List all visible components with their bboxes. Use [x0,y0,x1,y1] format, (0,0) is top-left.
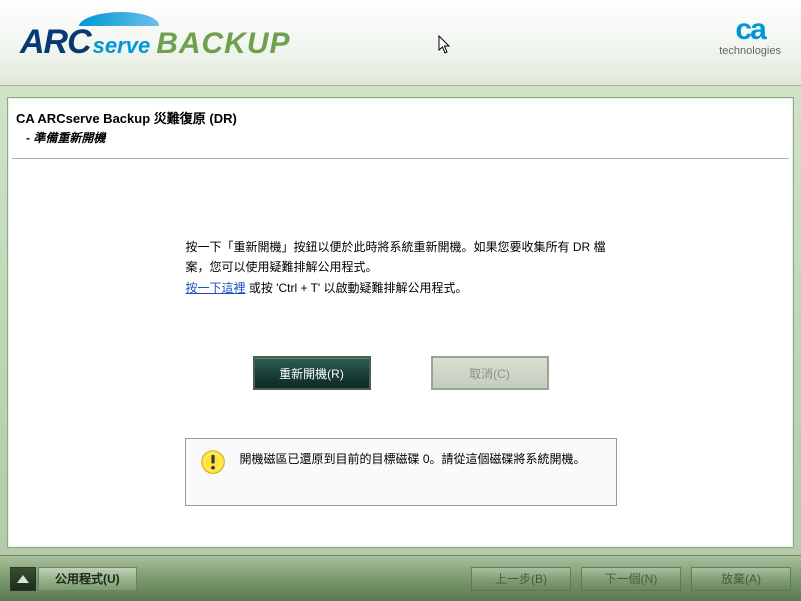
ca-logo: ca technologies [719,15,781,57]
back-button: 上一步(B) [471,567,571,591]
info-box: 開機磁區已還原到目前的目標磁碟 0。請從這個磁碟將系統開機。 [185,438,617,506]
title-block: CA ARCserve Backup 災難復原 (DR) - 準備重新開機 [8,98,793,158]
content-panel: CA ARCserve Backup 災難復原 (DR) - 準備重新開機 按一… [7,97,794,548]
footer-right: 上一步(B) 下一個(N) 放棄(A) [471,567,791,591]
reboot-button[interactable]: 重新開機(R) [253,356,371,390]
ca-logo-text: ca [719,15,781,45]
footer-left: 公用程式(U) [10,567,137,591]
logo-text-serve: serve [93,33,151,59]
instruction-line2: 按一下這裡 或按 'Ctrl + T' 以啟動疑難排解公用程式。 [186,278,616,298]
wizard-window: ARC serve BACKUP ca technologies CA ARCs… [0,0,801,601]
logo-swoosh [79,12,161,26]
ca-logo-sub: technologies [719,45,781,57]
button-row: 重新開機(R) 取消(C) [8,356,793,390]
instruction-text: 按一下「重新開機」按鈕以便於此時將系統重新開機。如果您要收集所有 DR 檔案，您… [186,237,616,298]
divider [12,158,789,159]
abort-button: 放棄(A) [691,567,791,591]
cancel-button: 取消(C) [431,356,549,390]
troubleshoot-link[interactable]: 按一下這裡 [186,281,246,295]
logo-text-backup: BACKUP [156,27,290,61]
instruction-line1: 按一下「重新開機」按鈕以便於此時將系統重新開機。如果您要收集所有 DR 檔案，您… [186,237,616,278]
next-button: 下一個(N) [581,567,681,591]
arcserve-logo: ARC serve BACKUP [20,23,291,62]
footer-bar: 公用程式(U) 上一步(B) 下一個(N) 放棄(A) [0,555,801,601]
info-text: 開機磁區已還原到目前的目標磁碟 0。請從這個磁碟將系統開機。 [240,449,586,469]
expand-up-button[interactable] [10,567,36,591]
triangle-up-icon [17,575,29,583]
header: ARC serve BACKUP ca technologies [0,0,801,86]
page-title: CA ARCserve Backup 災難復原 (DR) [16,108,785,127]
page-subtitle: - 準備重新開機 [26,129,785,146]
logo-text-arc: ARC [20,23,91,62]
warning-icon [200,449,226,475]
utilities-button[interactable]: 公用程式(U) [38,567,137,591]
instruction-line2-rest: 或按 'Ctrl + T' 以啟動疑難排解公用程式。 [246,281,468,295]
